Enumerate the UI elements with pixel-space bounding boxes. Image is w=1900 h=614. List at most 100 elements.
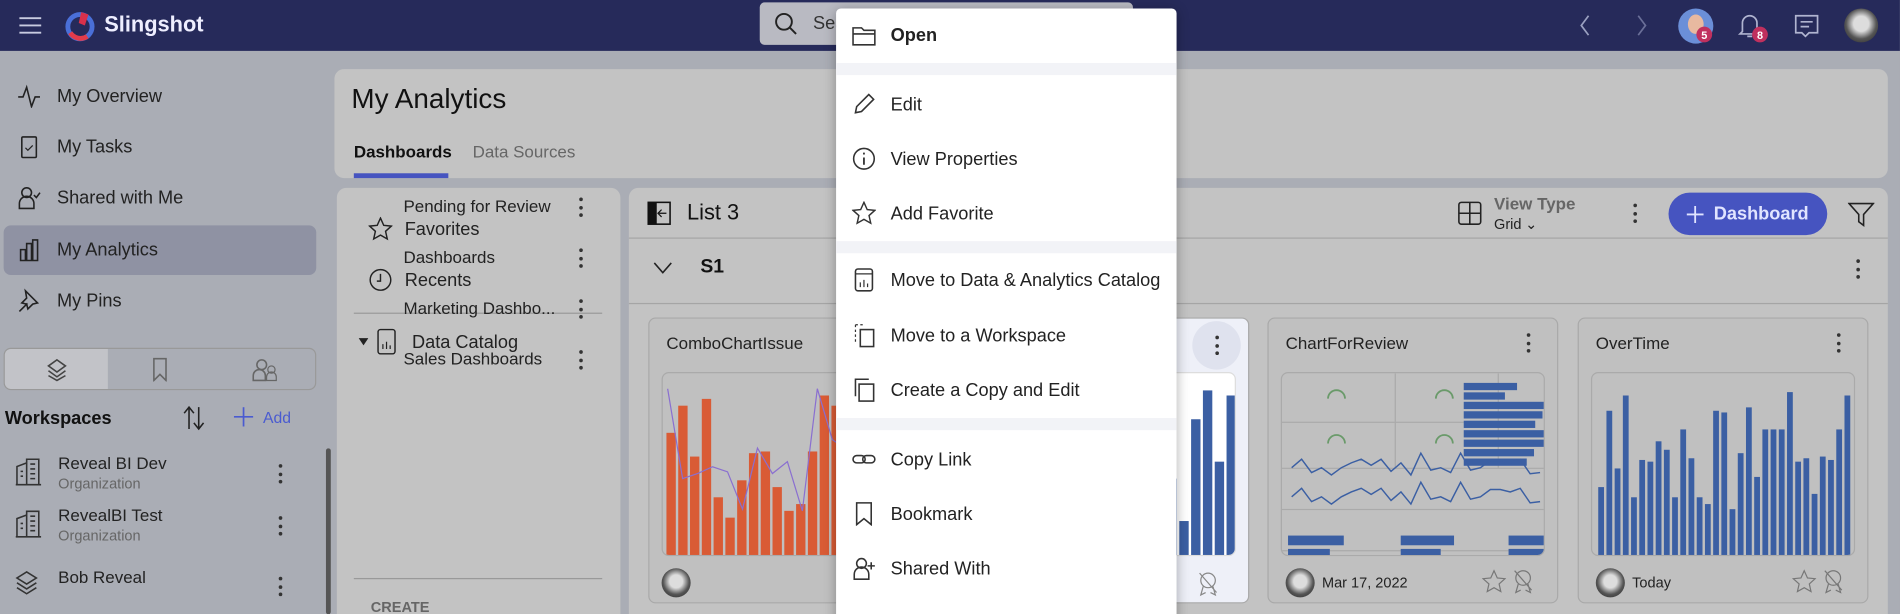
- thumbnail-bar: [1400, 535, 1455, 546]
- menu-item-open[interactable]: Open: [836, 11, 1176, 59]
- overtime-bar: [1819, 456, 1826, 555]
- sidebar-item-my-overview[interactable]: My Overview: [17, 84, 162, 108]
- thumbnail-bar: [1288, 548, 1330, 555]
- overtime-bar: [1844, 395, 1851, 555]
- view-type-dropdown[interactable]: Grid ⌄: [1494, 216, 1537, 233]
- menu-item-label: Bookmark: [890, 503, 973, 525]
- thumbnail-bar: [1400, 548, 1441, 555]
- hamburger-menu-icon[interactable]: [18, 13, 42, 37]
- workspace-type: Organization: [58, 527, 141, 545]
- star-icon: [851, 201, 878, 225]
- forward-arrow-icon[interactable]: [1632, 13, 1651, 37]
- workspace-options-kebab[interactable]: [277, 464, 282, 484]
- workspace-item[interactable]: Bob Reveal: [12, 565, 303, 609]
- overtime-bar: [1655, 441, 1662, 555]
- overtime-bar: [1606, 410, 1613, 555]
- card-options-kebab[interactable]: [1836, 333, 1841, 353]
- dashboard-card[interactable]: ChartForReview Mar 17, 2022: [1267, 317, 1559, 604]
- gauge-mark: [1327, 434, 1346, 444]
- section-title: S1: [700, 256, 725, 278]
- section-options-kebab[interactable]: [1855, 259, 1860, 279]
- thumbnail-bar: [1463, 401, 1544, 410]
- add-workspace-button[interactable]: Add: [233, 407, 291, 427]
- owner-avatar: [1595, 568, 1625, 598]
- folder-options-kebab[interactable]: [578, 299, 583, 319]
- workspace-item[interactable]: RevealBI Test Organization: [12, 504, 303, 548]
- menu-item-label: Move to Data & Analytics Catalog: [890, 269, 1161, 291]
- profile-avatar[interactable]: [1844, 8, 1879, 43]
- folder-options-kebab[interactable]: [578, 248, 583, 268]
- sidebar-item-my-tasks[interactable]: My Tasks: [17, 134, 132, 159]
- card-options-kebab-button[interactable]: [1192, 321, 1241, 370]
- info-icon: [851, 147, 878, 171]
- certify-off-icon[interactable]: [1821, 568, 1845, 595]
- recents-label: Recents: [404, 269, 472, 291]
- overtime-bar: [1696, 497, 1703, 555]
- sidebar-item-shared-with-me[interactable]: Shared with Me: [17, 185, 183, 210]
- add-dashboard-button[interactable]: Dashboard: [1668, 192, 1828, 236]
- create-section-label: CREATE: [370, 598, 430, 614]
- workspace-item[interactable]: Reveal BI Dev Organization: [12, 452, 303, 496]
- dashboard-card[interactable]: OverTime Today: [1577, 317, 1869, 604]
- card-date: Mar 17, 2022: [1321, 574, 1408, 592]
- tab-dashboards[interactable]: Dashboards: [354, 142, 452, 161]
- thumbnail-bar: [1463, 430, 1544, 438]
- thumbnail-bar: [1214, 461, 1225, 555]
- menu-separator: [836, 418, 1177, 431]
- back-arrow-icon[interactable]: [1575, 13, 1594, 37]
- chat-icon[interactable]: [1792, 12, 1821, 41]
- combo-bar: [748, 453, 759, 555]
- filter-icon[interactable]: [1847, 201, 1875, 228]
- clock-icon: [369, 268, 392, 291]
- menu-item-label: Open: [890, 24, 938, 46]
- building-icon: [15, 509, 42, 544]
- grid-view-icon[interactable]: [1458, 201, 1482, 225]
- divider: [628, 302, 1888, 305]
- workspace-options-kebab[interactable]: [277, 576, 282, 597]
- favorite-star-icon[interactable]: [1792, 569, 1817, 593]
- card-options-kebab[interactable]: [1526, 333, 1531, 353]
- menu-item-move-to-a-workspace[interactable]: Move to a Workspace: [836, 311, 1176, 359]
- overtime-bar: [1828, 459, 1834, 555]
- add-dashboard-label: Dashboard: [1713, 203, 1809, 225]
- folder-options-kebab[interactable]: [578, 350, 583, 370]
- catalog-folder-item[interactable]: Pending for Review: [403, 194, 597, 221]
- section-collapse-chevron-icon[interactable]: [653, 258, 672, 277]
- tab-shared[interactable]: [252, 357, 279, 382]
- menu-item-create-a-copy-and-edit[interactable]: Create a Copy and Edit: [836, 366, 1176, 414]
- menu-item-edit[interactable]: Edit: [836, 80, 1176, 128]
- certify-off-icon[interactable]: [1511, 568, 1535, 595]
- catalog-folder-item[interactable]: Sales Dashboards: [403, 347, 597, 374]
- tab-bookmarks[interactable]: [148, 357, 172, 382]
- menu-item-label: Edit: [890, 93, 922, 115]
- menu-item-label: Create a Copy and Edit: [890, 379, 1080, 401]
- menu-item-copy-link[interactable]: Copy Link: [836, 435, 1176, 483]
- catalog-folder-item[interactable]: Dashboards: [403, 245, 597, 272]
- sidebar-scrollbar[interactable]: [325, 448, 331, 614]
- workspaces-title: Workspaces: [4, 408, 112, 429]
- favorite-star-icon[interactable]: [1481, 569, 1507, 593]
- menu-item-move-to-data-analytics-catalog[interactable]: Move to Data & Analytics Catalog: [836, 256, 1176, 304]
- menu-item-view-properties[interactable]: View Properties: [836, 134, 1176, 182]
- workspace-options-kebab[interactable]: [277, 516, 282, 536]
- sidebar-item-my-pins[interactable]: My Pins: [17, 288, 122, 312]
- collapse-panel-icon[interactable]: [647, 201, 671, 225]
- catalog-icon: [377, 328, 396, 355]
- tab-data-sources[interactable]: Data Sources: [473, 142, 576, 161]
- sort-icon[interactable]: [182, 405, 206, 432]
- tab-workspaces[interactable]: [4, 348, 108, 389]
- sidebar-item-my-analytics[interactable]: My Analytics: [17, 237, 158, 262]
- menu-item-bookmark[interactable]: Bookmark: [836, 490, 1176, 538]
- folder-options-kebab[interactable]: [578, 197, 583, 217]
- overtime-bar: [1639, 459, 1646, 555]
- sparkline: [1291, 480, 1541, 506]
- menu-item-add-favorite[interactable]: Add Favorite: [836, 189, 1176, 237]
- pencil-icon: [851, 92, 878, 116]
- list-options-kebab[interactable]: [1632, 203, 1637, 223]
- catalog-folder-item[interactable]: Marketing Dashbo...: [403, 296, 597, 323]
- user-check-icon: [17, 185, 41, 210]
- catalog-icon: [851, 268, 878, 292]
- certify-off-icon[interactable]: [1196, 571, 1220, 598]
- view-type-label: View Type: [1494, 193, 1576, 214]
- menu-item-shared-with[interactable]: Shared With: [836, 544, 1176, 592]
